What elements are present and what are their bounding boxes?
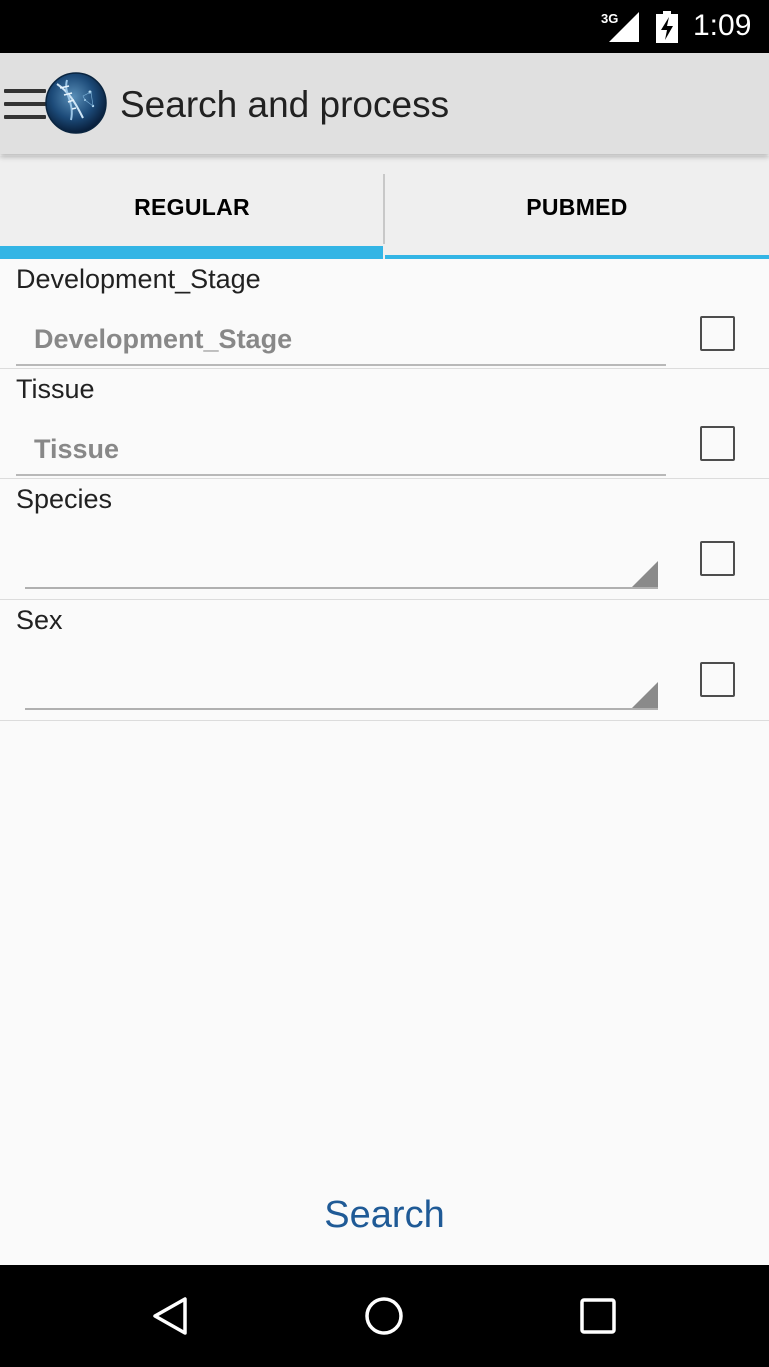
- field-row-development-stage: Development_Stage Development_Stage: [0, 259, 769, 369]
- recents-icon[interactable]: [578, 1296, 618, 1336]
- species-checkbox[interactable]: [700, 541, 735, 576]
- sex-dropdown[interactable]: [25, 660, 658, 710]
- menu-icon[interactable]: [4, 89, 46, 121]
- tab-regular[interactable]: REGULAR: [0, 156, 384, 259]
- screen: 3G 1:09 Search and process REGULAR PUBME…: [0, 0, 769, 1367]
- battery-charging-icon: [656, 11, 678, 43]
- field-row-tissue: Tissue Tissue: [0, 369, 769, 479]
- signal-icon: [609, 12, 639, 42]
- field-label: Development_Stage: [16, 264, 261, 294]
- tab-underline: [385, 255, 769, 259]
- species-dropdown[interactable]: [25, 539, 658, 589]
- status-bar: 3G 1:09: [0, 0, 769, 53]
- field-label: Species: [16, 484, 113, 514]
- clock: 1:09: [693, 9, 752, 42]
- tissue-placeholder: Tissue: [34, 434, 120, 464]
- tissue-input[interactable]: Tissue: [16, 428, 666, 476]
- dropdown-arrow-icon: [632, 561, 658, 587]
- field-label: Tissue: [16, 374, 95, 404]
- app-logo-icon[interactable]: [45, 72, 107, 134]
- development-stage-placeholder: Development_Stage: [34, 324, 293, 354]
- app-bar: Search and process: [0, 53, 769, 154]
- back-icon[interactable]: [150, 1296, 190, 1336]
- sex-checkbox[interactable]: [700, 662, 735, 697]
- field-row-sex: Sex: [0, 600, 769, 721]
- tab-bar: REGULAR PUBMED: [0, 156, 769, 259]
- search-button[interactable]: Search: [0, 1170, 769, 1260]
- development-stage-checkbox[interactable]: [700, 316, 735, 351]
- development-stage-input[interactable]: Development_Stage: [16, 318, 666, 366]
- tab-pubmed[interactable]: PUBMED: [385, 156, 769, 259]
- home-icon[interactable]: [364, 1296, 404, 1336]
- tissue-checkbox[interactable]: [700, 426, 735, 461]
- field-label: Sex: [16, 605, 63, 635]
- selected-tab-indicator: [0, 246, 383, 259]
- field-row-species: Species: [0, 479, 769, 600]
- page-title: Search and process: [120, 84, 450, 125]
- dropdown-arrow-icon: [632, 682, 658, 708]
- navigation-bar: [0, 1265, 769, 1367]
